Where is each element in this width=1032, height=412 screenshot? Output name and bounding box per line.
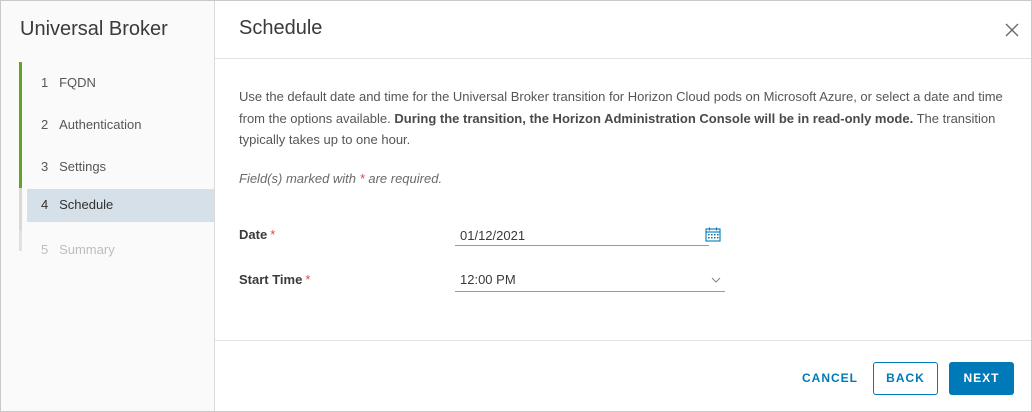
step-progress-bar: [19, 62, 22, 104]
schedule-description: Use the default date and time for the Un…: [239, 86, 1011, 151]
start-time-label: Start Time *: [239, 272, 310, 287]
step-label: Summary: [59, 242, 115, 257]
cancel-button[interactable]: CANCEL: [795, 362, 865, 395]
wizard-dialog: Universal Broker 1 FQDN 2 Authentication…: [0, 0, 1032, 412]
content-header: Schedule: [215, 1, 1031, 59]
step-number: 4: [41, 197, 49, 212]
start-time-label-text: Start Time: [239, 272, 303, 287]
required-note-prefix: Field(s) marked with: [239, 171, 357, 186]
step-label: Schedule: [59, 197, 114, 212]
step-authentication[interactable]: 2 Authentication: [19, 104, 214, 146]
next-button[interactable]: NEXT: [949, 362, 1014, 395]
start-time-select[interactable]: 12:00 PM: [455, 269, 725, 292]
date-label-text: Date: [239, 227, 268, 242]
step-progress-bar: [19, 146, 22, 188]
step-label: FQDN: [59, 75, 96, 90]
wizard-footer: CANCEL BACK NEXT: [215, 340, 1031, 411]
step-summary: 5 Summary: [19, 230, 214, 272]
step-fqdn[interactable]: 1 FQDN: [19, 62, 214, 104]
step-progress-bar: [19, 188, 22, 230]
step-number: 2: [41, 117, 49, 132]
wizard-content: Schedule Use the default date and time f…: [215, 1, 1031, 411]
calendar-icon: [705, 227, 721, 242]
page-title: Schedule: [239, 17, 323, 39]
date-label: Date *: [239, 227, 275, 242]
step-label: Authentication: [59, 117, 142, 132]
chevron-down-icon: [711, 277, 721, 283]
back-button[interactable]: BACK: [873, 362, 938, 395]
close-button[interactable]: [1003, 21, 1021, 39]
required-asterisk: *: [305, 272, 311, 287]
close-icon: [1005, 23, 1019, 37]
step-settings[interactable]: 3 Settings: [19, 146, 214, 188]
required-asterisk: *: [270, 227, 276, 242]
step-number: 1: [41, 75, 49, 90]
wizard-sidebar: Universal Broker 1 FQDN 2 Authentication…: [1, 1, 215, 411]
step-number: 5: [41, 242, 49, 257]
step-progress-bar: [19, 230, 22, 251]
calendar-button[interactable]: [705, 227, 721, 242]
step-schedule[interactable]: 4 Schedule: [19, 188, 214, 230]
wizard-title: Universal Broker: [20, 18, 168, 40]
wizard-steps: 1 FQDN 2 Authentication 3 Settings 4 Sch…: [19, 62, 214, 272]
description-warning: During the transition, the Horizon Admin…: [394, 110, 914, 126]
step-label: Settings: [59, 159, 107, 174]
required-asterisk: *: [359, 171, 365, 186]
step-number: 3: [41, 159, 49, 174]
start-time-value: 12:00 PM: [460, 272, 516, 287]
required-fields-note: Field(s) marked with * are required.: [239, 171, 442, 186]
date-input[interactable]: [455, 225, 709, 246]
required-note-suffix: are required.: [368, 171, 443, 186]
step-progress-bar: [19, 104, 22, 146]
